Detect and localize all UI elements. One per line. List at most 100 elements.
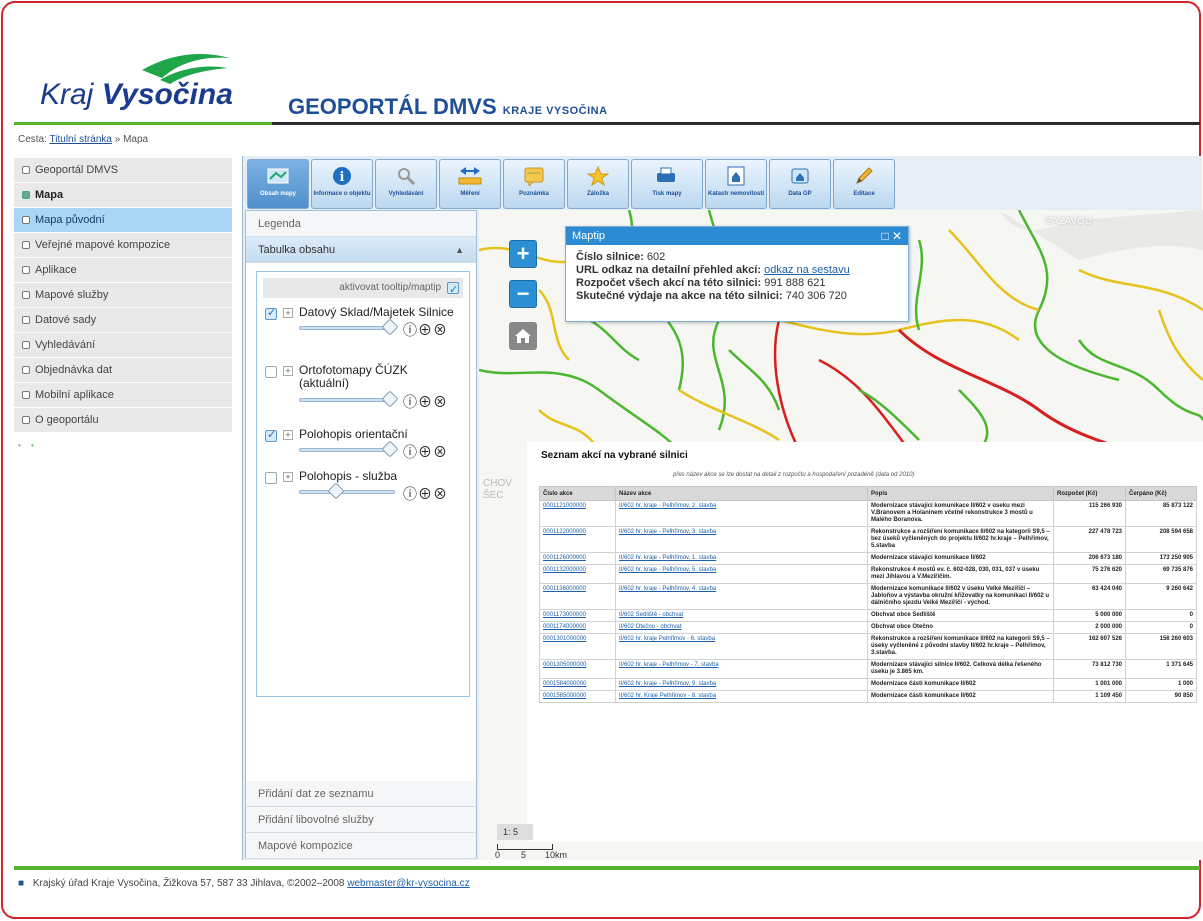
- action-name-link[interactable]: II/602 hr. kraje Pelhřimov - 6. stavba: [615, 633, 868, 660]
- menu-item-mapa-puvodni[interactable]: Mapa původní: [14, 208, 232, 233]
- header-divider-green: [14, 122, 272, 125]
- action-id-link[interactable]: 0001136000000: [539, 583, 616, 610]
- opacity-slider[interactable]: [299, 318, 399, 336]
- tool-print-button[interactable]: Tisk mapy: [631, 159, 703, 209]
- tool-data-button[interactable]: Data GP: [769, 159, 831, 209]
- breadcrumb-home-link[interactable]: Titulní stránka: [50, 134, 112, 145]
- action-id-link[interactable]: 0001174000000: [539, 621, 616, 634]
- tooltip-toggle[interactable]: aktivovat tooltip/maptip: [263, 278, 463, 300]
- menu-item-objednavka[interactable]: Objednávka dat: [14, 358, 232, 383]
- slider-handle[interactable]: [381, 390, 399, 408]
- action-budget: 5 000 000: [1053, 609, 1126, 622]
- layer-actions-icons[interactable]: ⓘ⊕⊗: [403, 392, 448, 412]
- layer-actions-icons[interactable]: ⓘ⊕⊗: [403, 484, 448, 504]
- menu-item-datove-sady[interactable]: Datové sady: [14, 308, 232, 333]
- menu-label: Mapa: [35, 189, 64, 201]
- menu-item-o-geoportalu[interactable]: O geoportálu: [14, 408, 232, 433]
- expand-icon[interactable]: +: [283, 308, 293, 318]
- layer-name: Datový Sklad/Majetek Silnice: [299, 305, 454, 319]
- layer-checkbox[interactable]: [265, 428, 277, 442]
- action-name-link[interactable]: II/602 hr. kraje - Pelhřimov, 1. stavba: [615, 552, 868, 565]
- expand-icon[interactable]: +: [283, 430, 293, 440]
- action-id-link[interactable]: 0001585000000: [539, 690, 616, 703]
- legend-header[interactable]: Legenda: [246, 211, 476, 237]
- title-sub: KRAJE VYSOČINA: [502, 105, 608, 117]
- tool-map-content-button[interactable]: Obsah mapy: [247, 159, 309, 209]
- opacity-slider[interactable]: [299, 390, 399, 408]
- menu-item-vyhledavani[interactable]: Vyhledávání: [14, 333, 232, 358]
- expand-icon[interactable]: +: [283, 472, 293, 482]
- menu-item-aplikace[interactable]: Aplikace: [14, 258, 232, 283]
- tool-search-button[interactable]: Vyhledávání: [375, 159, 437, 209]
- table-row: 0001122000000 II/602 hr. kraje - Pelhřimo…: [539, 526, 1197, 553]
- kraj-vysocina-logo[interactable]: Kraj Vysočina: [40, 50, 240, 112]
- print-icon: [655, 164, 679, 188]
- action-name-link[interactable]: II/602 hr. kraje - Pelhřimov - 7. stavba: [615, 659, 868, 679]
- action-id-link[interactable]: 0001121000000: [539, 500, 616, 527]
- action-id-link[interactable]: 0001301000000: [539, 633, 616, 660]
- menu-item-kompozice[interactable]: Veřejné mapové kompozice: [14, 233, 232, 258]
- opacity-slider[interactable]: [299, 440, 399, 458]
- add-service-header[interactable]: Přidání libovolné služby: [246, 807, 476, 833]
- action-id-link[interactable]: 0001132000000: [539, 564, 616, 584]
- zoom-out-button[interactable]: −: [509, 280, 537, 308]
- tool-info-button[interactable]: i Informace o objektu: [311, 159, 373, 209]
- action-name-link[interactable]: II/602 hr. kraje - Pelhřimov, 3. stavba: [615, 526, 868, 553]
- tool-cadastre-button[interactable]: Katastr nemovitostí: [705, 159, 767, 209]
- action-name-link[interactable]: II/602 hr. kraje - Pelhřimov, 5. stavba: [615, 564, 868, 584]
- opacity-slider[interactable]: [299, 482, 395, 500]
- action-name-link[interactable]: II/602 hr. kraje - Pelhřimov, 4. stavba: [615, 583, 868, 610]
- tool-note-button[interactable]: Poznámka: [503, 159, 565, 209]
- tool-measure-button[interactable]: Měření: [439, 159, 501, 209]
- layer-checkbox[interactable]: [265, 366, 277, 378]
- logo-text: Kraj Vysočina: [40, 78, 233, 112]
- action-name-link[interactable]: II/602 hr. Kraje Pelhřimov - 8. stavba: [615, 690, 868, 703]
- layer-actions-icons[interactable]: ⓘ⊕⊗: [403, 320, 448, 340]
- maptip-report-link[interactable]: odkaz na sestavu: [764, 264, 850, 276]
- bullet-icon: [22, 191, 30, 200]
- toc-header[interactable]: Tabulka obsahu ▲: [246, 237, 476, 263]
- breadcrumb-prefix: Cesta:: [18, 134, 47, 145]
- action-name-link[interactable]: II/602 hr. kraje - Pelhřimov, 9. stavba: [615, 678, 868, 691]
- zoom-in-button[interactable]: +: [509, 240, 537, 268]
- scale-label: 10km: [545, 850, 568, 860]
- home-button[interactable]: [509, 322, 537, 350]
- footer-email-link[interactable]: webmaster@kr-vysocina.cz: [347, 878, 469, 889]
- expand-icon[interactable]: +: [283, 366, 293, 376]
- action-id-link[interactable]: 0001122000000: [539, 526, 616, 553]
- bullet-icon: [22, 391, 30, 400]
- layer-checkbox[interactable]: [265, 306, 277, 320]
- action-budget: 63 424 040: [1053, 583, 1126, 610]
- action-id-link[interactable]: 0001126000000: [539, 552, 616, 565]
- compositions-header[interactable]: Mapové kompozice: [246, 833, 476, 859]
- footer-bullet-icon: ■: [18, 878, 25, 889]
- action-id-link[interactable]: 0001173000000: [539, 609, 616, 622]
- action-name-link[interactable]: II/602 hr. kraje - Pelhřimov, 2. stavba: [615, 500, 868, 527]
- menu-item-mobilni[interactable]: Mobilní aplikace: [14, 383, 232, 408]
- tool-label: Poznámka: [519, 191, 549, 197]
- slider-handle[interactable]: [327, 482, 345, 500]
- layer-item: + Datový Sklad/Majetek Silnice ⓘ⊕⊗: [263, 304, 469, 362]
- menu-item-geoportal[interactable]: Geoportál DMVS: [14, 158, 232, 183]
- tool-bookmark-button[interactable]: Záložka: [567, 159, 629, 209]
- maptip-close-icon[interactable]: □ ✕: [881, 227, 902, 245]
- map-view[interactable]: + − SÁZAVOU CHOV ŠEC Maptip □ ✕ Číslo si…: [479, 210, 1203, 860]
- toolbar: Obsah mapy i Informace o objektu Vyhledá…: [247, 159, 895, 209]
- slider-handle[interactable]: [381, 440, 399, 458]
- menu-item-mapa[interactable]: Mapa: [14, 183, 232, 208]
- add-data-list-header[interactable]: Přidání dat ze seznamu: [246, 781, 476, 807]
- action-name-link[interactable]: II/602 Otečno - obchvat: [615, 621, 868, 634]
- note-icon: [522, 164, 546, 188]
- breadcrumb-current: Mapa: [123, 134, 149, 145]
- layer-checkbox[interactable]: [265, 472, 277, 484]
- tool-label: Záložka: [586, 191, 609, 197]
- layer-actions-icons[interactable]: ⓘ⊕⊗: [403, 442, 448, 462]
- action-id-link[interactable]: 0001305000000: [539, 659, 616, 679]
- search-icon: [394, 164, 418, 188]
- tooltip-checkbox[interactable]: [447, 280, 459, 300]
- tool-edit-button[interactable]: Editace: [833, 159, 895, 209]
- action-id-link[interactable]: 0001584000000: [539, 678, 616, 691]
- action-name-link[interactable]: II/602 Sedliště - obchvat: [615, 609, 868, 622]
- slider-handle[interactable]: [381, 318, 399, 336]
- menu-item-mapove-sluzby[interactable]: Mapové služby: [14, 283, 232, 308]
